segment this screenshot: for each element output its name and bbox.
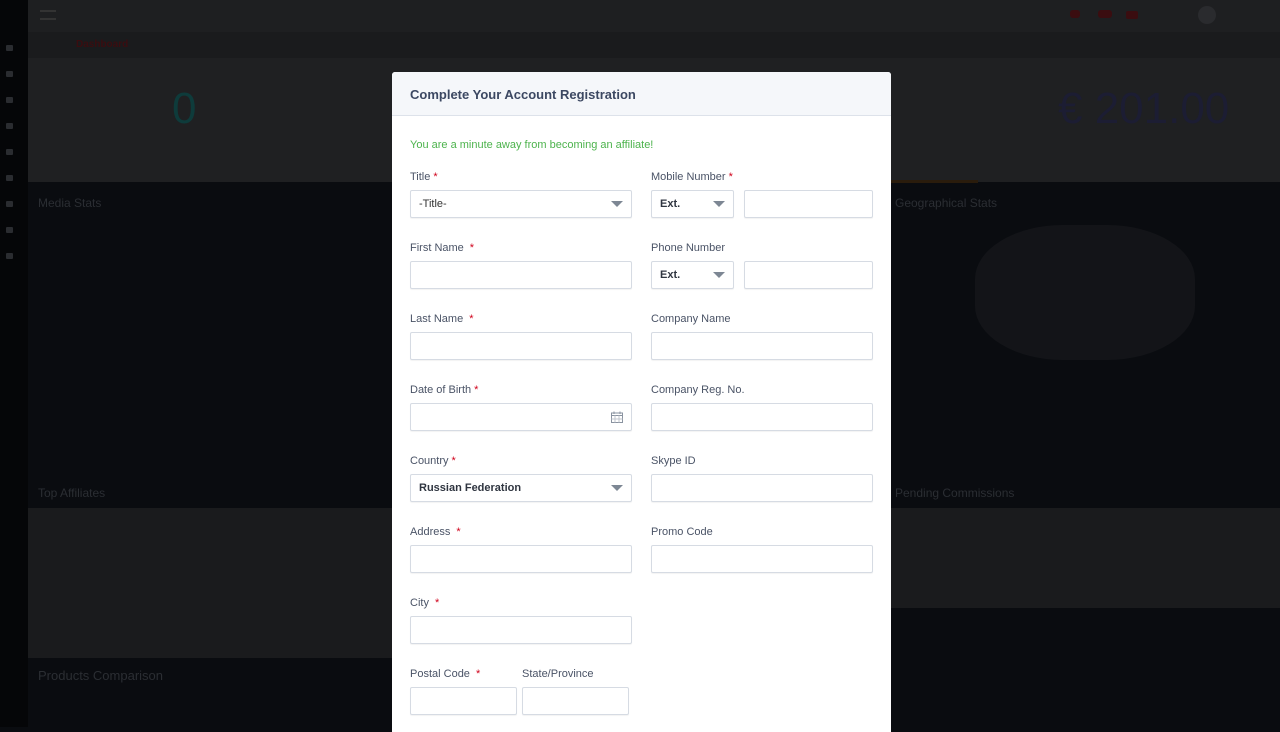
title-select-value: -Title- bbox=[419, 198, 447, 210]
pending-commissions-table bbox=[891, 508, 1280, 608]
dob-label-text: Date of Birth bbox=[410, 384, 472, 396]
flag-icon[interactable] bbox=[1126, 11, 1138, 19]
menu-icon[interactable] bbox=[40, 10, 56, 20]
required-mark: * bbox=[469, 313, 474, 325]
chevron-down-icon bbox=[611, 485, 623, 491]
required-mark: * bbox=[451, 455, 456, 467]
address-label: Address * bbox=[410, 526, 461, 538]
company-reg-label: Company Reg. No. bbox=[651, 384, 745, 396]
top-affiliates-table bbox=[28, 508, 392, 658]
phone-ext-select[interactable]: Ext. bbox=[651, 261, 734, 289]
chevron-down-icon bbox=[713, 201, 725, 207]
skype-input[interactable] bbox=[651, 474, 873, 502]
nav-icon[interactable] bbox=[6, 97, 13, 103]
last-name-label-text: Last Name bbox=[410, 313, 464, 325]
first-name-input[interactable] bbox=[410, 261, 632, 289]
postal-label-text: Postal Code bbox=[410, 668, 470, 680]
mobile-label: Mobile Number * bbox=[651, 171, 733, 183]
registration-modal: Complete Your Account Registration You a… bbox=[392, 72, 891, 732]
nav-icon[interactable] bbox=[6, 149, 13, 155]
city-input[interactable] bbox=[410, 616, 632, 644]
intro-text: You are a minute away from becoming an a… bbox=[410, 139, 654, 151]
section-title: Products Comparison bbox=[38, 668, 163, 683]
required-mark: * bbox=[728, 171, 733, 183]
stat-value: 0 bbox=[172, 84, 197, 133]
breadcrumb-current: Dashboard bbox=[76, 39, 129, 50]
section-title: Pending Commissions bbox=[895, 486, 1015, 500]
required-mark: * bbox=[469, 242, 475, 254]
mobile-ext-select[interactable]: Ext. bbox=[651, 190, 734, 218]
top-bar bbox=[28, 0, 1280, 32]
nav-icon[interactable] bbox=[6, 45, 13, 51]
nav-icon[interactable] bbox=[6, 71, 13, 77]
required-mark: * bbox=[474, 384, 479, 396]
dob-input[interactable] bbox=[410, 403, 632, 431]
section-title: Geographical Stats bbox=[895, 196, 998, 210]
first-name-label: First Name * bbox=[410, 242, 474, 254]
company-name-label: Company Name bbox=[651, 313, 731, 325]
mobile-label-text: Mobile Number bbox=[651, 171, 726, 183]
notification-icon[interactable] bbox=[1070, 10, 1080, 18]
modal-title: Complete Your Account Registration bbox=[392, 72, 891, 116]
first-name-label-text: First Name bbox=[410, 242, 464, 254]
required-mark: * bbox=[433, 171, 438, 183]
nav-icon[interactable] bbox=[6, 201, 13, 207]
company-name-input[interactable] bbox=[651, 332, 873, 360]
nav-icon[interactable] bbox=[6, 227, 13, 233]
title-select[interactable]: -Title- bbox=[410, 190, 632, 218]
promo-label: Promo Code bbox=[651, 526, 713, 538]
mobile-number-input[interactable] bbox=[744, 190, 873, 218]
address-label-text: Address bbox=[410, 526, 451, 538]
required-mark: * bbox=[475, 668, 481, 680]
country-label: Country * bbox=[410, 455, 456, 467]
title-label-text: Title bbox=[410, 171, 431, 183]
calendar-icon[interactable] bbox=[611, 411, 623, 423]
address-input[interactable] bbox=[410, 545, 632, 573]
country-select[interactable]: Russian Federation bbox=[410, 474, 632, 502]
nav-icon[interactable] bbox=[6, 123, 13, 129]
last-name-label: Last Name * bbox=[410, 313, 473, 325]
breadcrumb: Dashboard bbox=[28, 32, 1280, 58]
city-label: City * bbox=[410, 597, 439, 609]
phone-label: Phone Number bbox=[651, 242, 725, 254]
postal-input[interactable] bbox=[410, 687, 517, 715]
required-mark: * bbox=[434, 597, 440, 609]
avatar[interactable] bbox=[1198, 6, 1216, 24]
section-title: Media Stats bbox=[38, 196, 102, 210]
required-mark: * bbox=[456, 526, 461, 538]
message-icon[interactable] bbox=[1098, 10, 1112, 18]
world-map bbox=[975, 225, 1195, 360]
title-label: Title * bbox=[410, 171, 438, 183]
sidebar bbox=[0, 0, 28, 727]
mobile-ext-value: Ext. bbox=[660, 198, 681, 210]
company-reg-input[interactable] bbox=[651, 403, 873, 431]
state-label: State/Province bbox=[522, 668, 594, 680]
postal-label: Postal Code * bbox=[410, 668, 480, 680]
promo-input[interactable] bbox=[651, 545, 873, 573]
nav-icon[interactable] bbox=[6, 253, 13, 259]
chevron-down-icon bbox=[611, 201, 623, 207]
state-input[interactable] bbox=[522, 687, 629, 715]
last-name-input[interactable] bbox=[410, 332, 632, 360]
dob-label: Date of Birth * bbox=[410, 384, 478, 396]
phone-number-input[interactable] bbox=[744, 261, 873, 289]
stat-value: € 201.00 bbox=[1058, 84, 1230, 133]
city-label-text: City bbox=[410, 597, 429, 609]
skype-label: Skype ID bbox=[651, 455, 696, 467]
section-title: Top Affiliates bbox=[38, 486, 106, 500]
country-select-value: Russian Federation bbox=[419, 482, 522, 494]
chevron-down-icon bbox=[713, 272, 725, 278]
phone-ext-value: Ext. bbox=[660, 269, 681, 281]
nav-icon[interactable] bbox=[6, 175, 13, 181]
country-label-text: Country bbox=[410, 455, 449, 467]
